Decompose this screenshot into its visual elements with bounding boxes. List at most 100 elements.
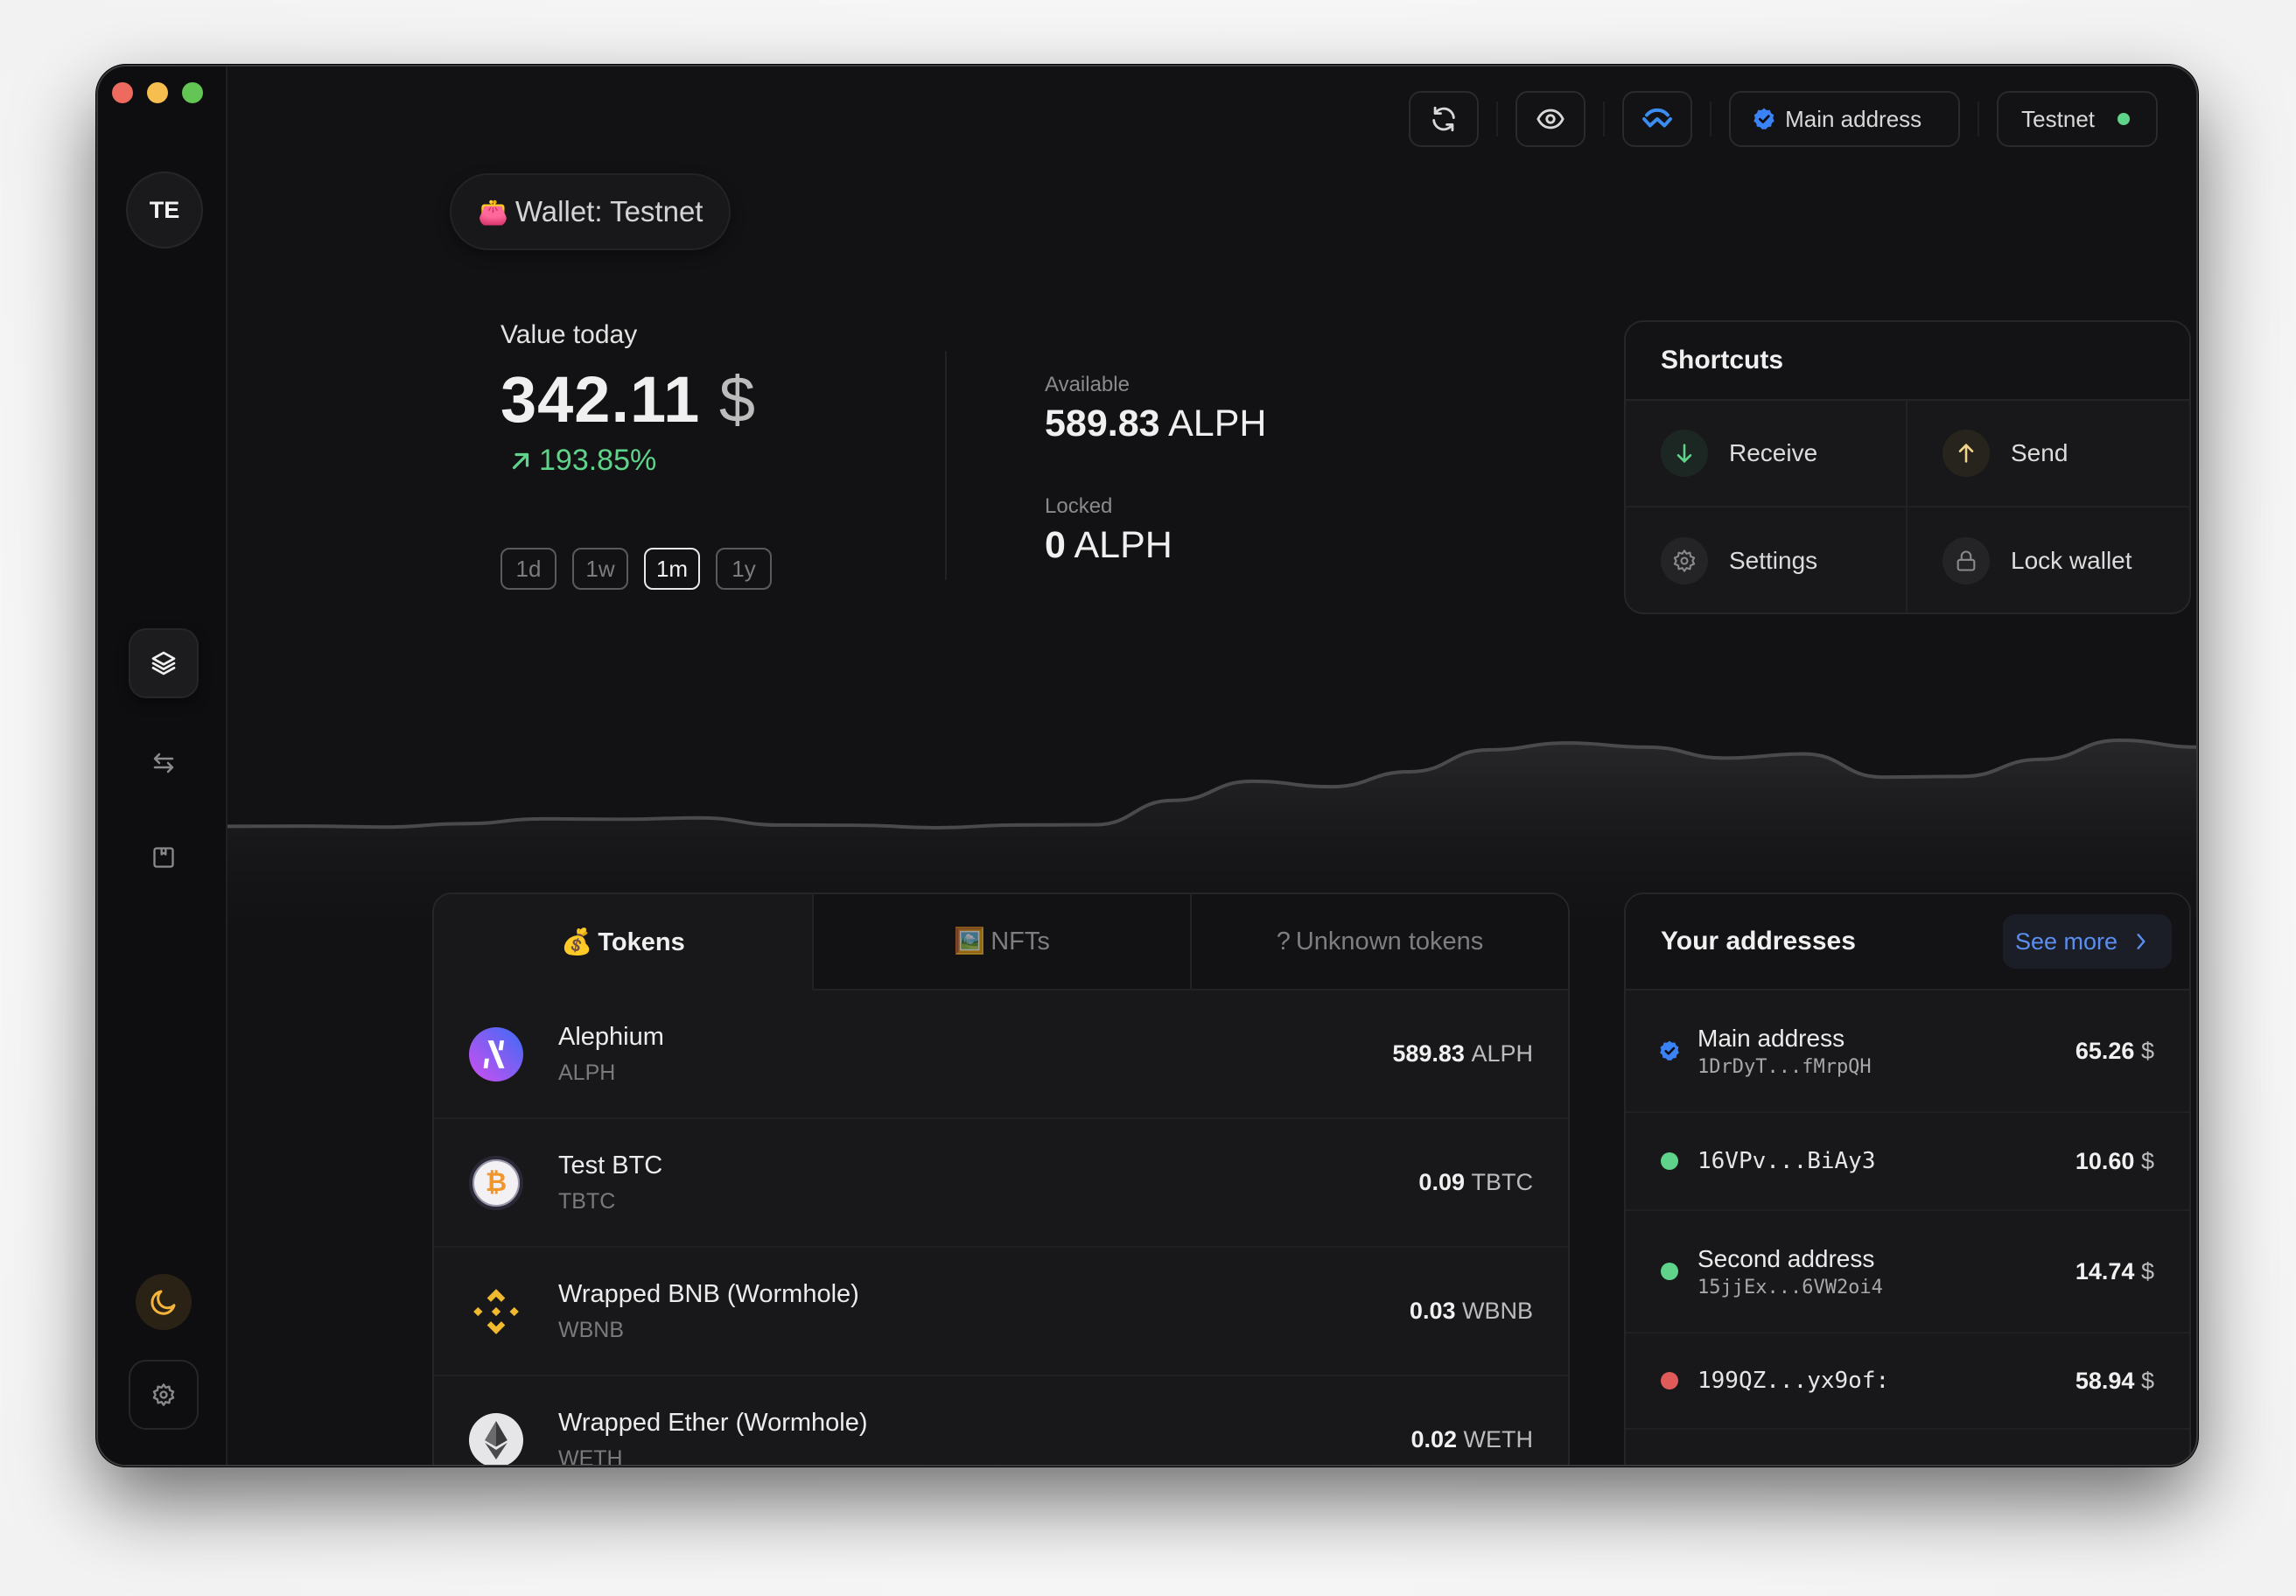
range-1w-button[interactable]: 1w (572, 548, 628, 590)
value-currency: $ (718, 363, 756, 436)
shortcut-label: Lock wallet (2011, 547, 2132, 574)
network-switch-button[interactable]: Testnet (1997, 91, 2158, 147)
token-row[interactable]: ₿ Test BTC TBTC 0.09 TBTC (434, 1119, 1568, 1248)
default-address-button[interactable]: Main address (1729, 91, 1961, 147)
token-amount: 0.09 TBTC (1418, 1169, 1533, 1195)
token-row[interactable]: Wrapped Ether (Wormhole) WETH 0.02 WETH (434, 1376, 1568, 1466)
sidebar-settings-button[interactable] (129, 1360, 199, 1430)
address-row[interactable]: Second address 15jjEx...6VW2oi4 14.74 $ (1626, 1211, 2189, 1334)
main-content: Main address Testnet 👛 Wallet: Testnet V… (227, 66, 2196, 1466)
sidebar-item-address-book[interactable] (129, 822, 199, 892)
settings-icon-bubble (1661, 537, 1708, 584)
assets-card: 💰 Tokens 🖼️ NFTs ? Unknown tokens Alephium A… (432, 892, 1570, 1466)
see-more-label: See more (2014, 928, 2118, 955)
sidebar: TE (98, 66, 228, 1465)
tab-label: Unknown tokens (1295, 927, 1484, 956)
chart-svg (227, 738, 2196, 924)
token-row[interactable]: Alephium ALPH 589.83 ALPH (434, 990, 1568, 1119)
send-icon-bubble (1942, 430, 1990, 477)
verified-badge-icon (1660, 1040, 1679, 1061)
address-value: 65.26 $ (2075, 1037, 2154, 1064)
shortcut-receive-button[interactable]: Receive (1626, 401, 1908, 508)
toolbar-divider (1710, 102, 1712, 136)
token-row[interactable]: Wrapped BNB (Wormhole) WBNB 0.03 WBNB (434, 1248, 1568, 1376)
maximize-window-button[interactable] (182, 82, 203, 103)
value-number: 342.11 (500, 363, 701, 436)
tab-nfts[interactable]: 🖼️ NFTs (812, 894, 1190, 990)
addresses-header: Your addresses See more (1626, 894, 2189, 990)
range-1m-button[interactable]: 1m (644, 548, 700, 590)
shortcut-label: Settings (1729, 547, 1818, 574)
value-today-label: Value today (500, 320, 638, 349)
theme-toggle-button[interactable] (136, 1274, 192, 1330)
receive-icon-bubble (1661, 430, 1708, 477)
toggle-visibility-button[interactable] (1516, 91, 1586, 147)
locked-unit: ALPH (1074, 524, 1172, 566)
token-symbol: ALPH (558, 1060, 616, 1085)
portfolio-value: Value today 342.11 $ 193.85% (500, 320, 756, 478)
address-hash: 15jjEx...6VW2oi4 (1698, 1276, 1883, 1298)
range-1d-button[interactable]: 1d (500, 548, 556, 590)
token-name: Wrapped Ether (Wormhole) (558, 1408, 868, 1437)
address-hash: 199QZ...yx9of: (1698, 1368, 1890, 1394)
app-window: TE Main address Testnet 👛 Wallet: Testne… (96, 65, 2198, 1466)
token-symbol: TBTC (558, 1188, 616, 1214)
tab-tokens[interactable]: 💰 Tokens (434, 894, 812, 990)
address-row[interactable]: 16VPv...BiAy3 10.60 $ (1626, 1113, 2189, 1211)
close-window-button[interactable] (112, 82, 133, 103)
available-balance: 589.83 ALPH (1045, 402, 1266, 445)
default-address-label: Main address (1785, 105, 1922, 132)
sidebar-item-overview[interactable] (129, 628, 199, 698)
address-value: 58.94 $ (2075, 1367, 2154, 1394)
gear-icon (1673, 550, 1696, 572)
token-name: Wrapped BNB (Wormhole) (558, 1279, 859, 1308)
network-status-dot (2118, 113, 2130, 125)
address-color-dot (1661, 1263, 1678, 1280)
token-name: Test BTC (558, 1151, 663, 1180)
token-name: Alephium (558, 1022, 664, 1051)
address-value: 14.74 $ (2075, 1257, 2154, 1284)
wallet-name-pill[interactable]: 👛 Wallet: Testnet (450, 173, 732, 250)
token-symbol: WETH (558, 1446, 623, 1466)
walletconnect-icon (1642, 108, 1673, 128)
token-amount: 0.03 WBNB (1409, 1298, 1533, 1324)
address-label: Second address (1698, 1244, 1875, 1272)
value-change-percent: 193.85% (539, 444, 657, 477)
tab-unknown-tokens[interactable]: ? Unknown tokens (1190, 894, 1568, 990)
shortcut-send-button[interactable]: Send (1908, 401, 2189, 508)
see-more-button[interactable]: See more (2002, 914, 2172, 969)
shortcut-lock-wallet-button[interactable]: Lock wallet (1908, 508, 2189, 612)
purse-icon: 👛 (478, 198, 508, 226)
address-color-dot (1661, 1152, 1678, 1170)
address-row[interactable]: 199QZ...yx9of: 58.94 $ (1626, 1334, 2189, 1430)
value-change: 193.85% (500, 444, 756, 478)
arrow-down-icon (1676, 444, 1692, 463)
arrows-left-right-icon (153, 752, 174, 774)
layers-icon (151, 651, 176, 676)
address-color-dot (1661, 1372, 1678, 1390)
walletconnect-button[interactable] (1622, 91, 1693, 147)
chevron-right-icon (2137, 934, 2146, 949)
tab-label: Tokens (598, 928, 685, 956)
range-1y-button[interactable]: 1y (716, 548, 772, 590)
window-controls (112, 82, 203, 103)
tab-label: NFTs (990, 927, 1050, 956)
time-range-selector: 1d 1w 1m 1y (500, 548, 772, 590)
address-row[interactable]: Main address 1DrDyT...fMrpQH 65.26 $ (1626, 990, 2189, 1113)
sidebar-item-transfers[interactable] (129, 728, 199, 798)
wallet-avatar[interactable]: TE (126, 172, 203, 248)
arrow-up-right-icon (512, 452, 529, 469)
eye-icon (1536, 108, 1564, 130)
available-amount: 589.83 (1045, 402, 1160, 444)
token-symbol: WBNB (558, 1317, 624, 1342)
alephium-icon (469, 1026, 523, 1082)
refresh-button[interactable] (1409, 91, 1480, 147)
shortcuts-card: Shortcuts Receive Send Settings Lock wal… (1624, 320, 2191, 614)
bitcoin-icon: ₿ (469, 1155, 523, 1210)
moon-icon (150, 1290, 176, 1315)
minimize-window-button[interactable] (147, 82, 168, 103)
locked-label: Locked (1045, 494, 1113, 518)
arrow-up-icon (1958, 444, 1974, 463)
shortcut-settings-button[interactable]: Settings (1626, 508, 1908, 612)
asset-tabs: 💰 Tokens 🖼️ NFTs ? Unknown tokens (434, 894, 1568, 990)
